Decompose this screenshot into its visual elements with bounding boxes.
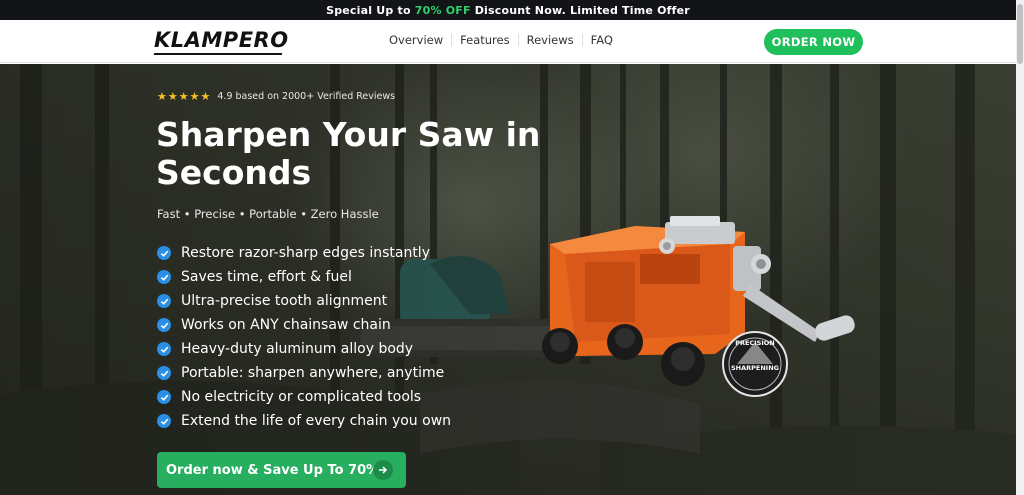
- star-icon: ★: [189, 90, 200, 103]
- brand-logo[interactable]: KLAMPERO: [154, 28, 289, 52]
- check-icon: [157, 390, 171, 404]
- feature-label: Saves time, effort & fuel: [181, 269, 352, 285]
- feature-label: Heavy-duty aluminum alloy body: [181, 341, 414, 357]
- promo-banner: Special Up to 70% OFF Discount Now. Limi…: [0, 0, 1016, 20]
- feature-label: Works on ANY chainsaw chain: [181, 317, 391, 333]
- order-now-button[interactable]: ORDER NOW: [764, 29, 863, 55]
- logo-underline: [153, 53, 283, 55]
- star-icon: ★: [178, 90, 189, 103]
- feature-item: Restore razor-sharp edges instantly: [157, 241, 451, 265]
- hero-headline: Sharpen Your Saw in Seconds: [156, 115, 541, 192]
- star-icon: ★: [167, 90, 178, 103]
- feature-label: No electricity or complicated tools: [181, 389, 422, 405]
- check-icon: [157, 318, 171, 332]
- feature-label: Restore razor-sharp edges instantly: [181, 245, 430, 261]
- arrow-right-icon: [373, 460, 393, 480]
- nav-item-faq[interactable]: FAQ: [583, 33, 621, 47]
- check-icon: [157, 342, 171, 356]
- top-navigation: KLAMPERO Overview Features Reviews FAQ O…: [0, 20, 1016, 63]
- check-icon: [157, 366, 171, 380]
- badge-text-top: PRECISION: [735, 339, 774, 347]
- feature-label: Ultra-precise tooth alignment: [181, 293, 388, 309]
- feature-label: Portable: sharpen anywhere, anytime: [181, 365, 445, 381]
- cta-label: Order now & Save Up To 70%!: [166, 462, 386, 478]
- feature-label: Extend the life of every chain you own: [181, 413, 452, 429]
- feature-item: Saves time, effort & fuel: [157, 265, 451, 289]
- feature-item: Works on ANY chainsaw chain: [157, 313, 451, 337]
- feature-list: Restore razor-sharp edges instantly Save…: [157, 241, 451, 433]
- check-icon: [157, 414, 171, 428]
- nav-item-overview[interactable]: Overview: [381, 33, 451, 47]
- feature-item: Heavy-duty aluminum alloy body: [157, 337, 451, 361]
- promo-prefix: Special Up to: [326, 3, 415, 17]
- star-icon: ★: [157, 90, 167, 103]
- nav-menu: Overview Features Reviews FAQ: [381, 33, 621, 47]
- promo-suffix: Discount Now. Limited Time Offer: [470, 3, 690, 17]
- hero-section: ★ ★ ★ ★ ★ 4.9 based on 2000+ Verified Re…: [0, 64, 1016, 495]
- nav-item-reviews[interactable]: Reviews: [519, 33, 582, 47]
- page-scrollbar[interactable]: [1016, 0, 1024, 495]
- feature-item: Ultra-precise tooth alignment: [157, 289, 451, 313]
- product-image: PRECISION SHARPENING: [542, 216, 855, 397]
- order-cta-button[interactable]: Order now & Save Up To 70%!: [157, 452, 406, 488]
- rating-text: 4.9 based on 2000+ Verified Reviews: [217, 91, 396, 102]
- feature-item: No electricity or complicated tools: [157, 385, 451, 409]
- scrollbar-thumb[interactable]: [1017, 4, 1023, 64]
- check-icon: [157, 246, 171, 260]
- check-icon: [157, 270, 171, 284]
- feature-item: Extend the life of every chain you own: [157, 409, 451, 433]
- nav-item-features[interactable]: Features: [452, 33, 517, 47]
- check-icon: [157, 294, 171, 308]
- star-icon: ★: [200, 90, 211, 103]
- badge-text-bottom: SHARPENING: [731, 364, 779, 372]
- hero-subhead: Fast • Precise • Portable • Zero Hassle: [157, 207, 379, 221]
- feature-item: Portable: sharpen anywhere, anytime: [157, 361, 451, 385]
- promo-highlight: 70% OFF: [414, 3, 471, 17]
- rating-row: ★ ★ ★ ★ ★ 4.9 based on 2000+ Verified Re…: [157, 90, 395, 103]
